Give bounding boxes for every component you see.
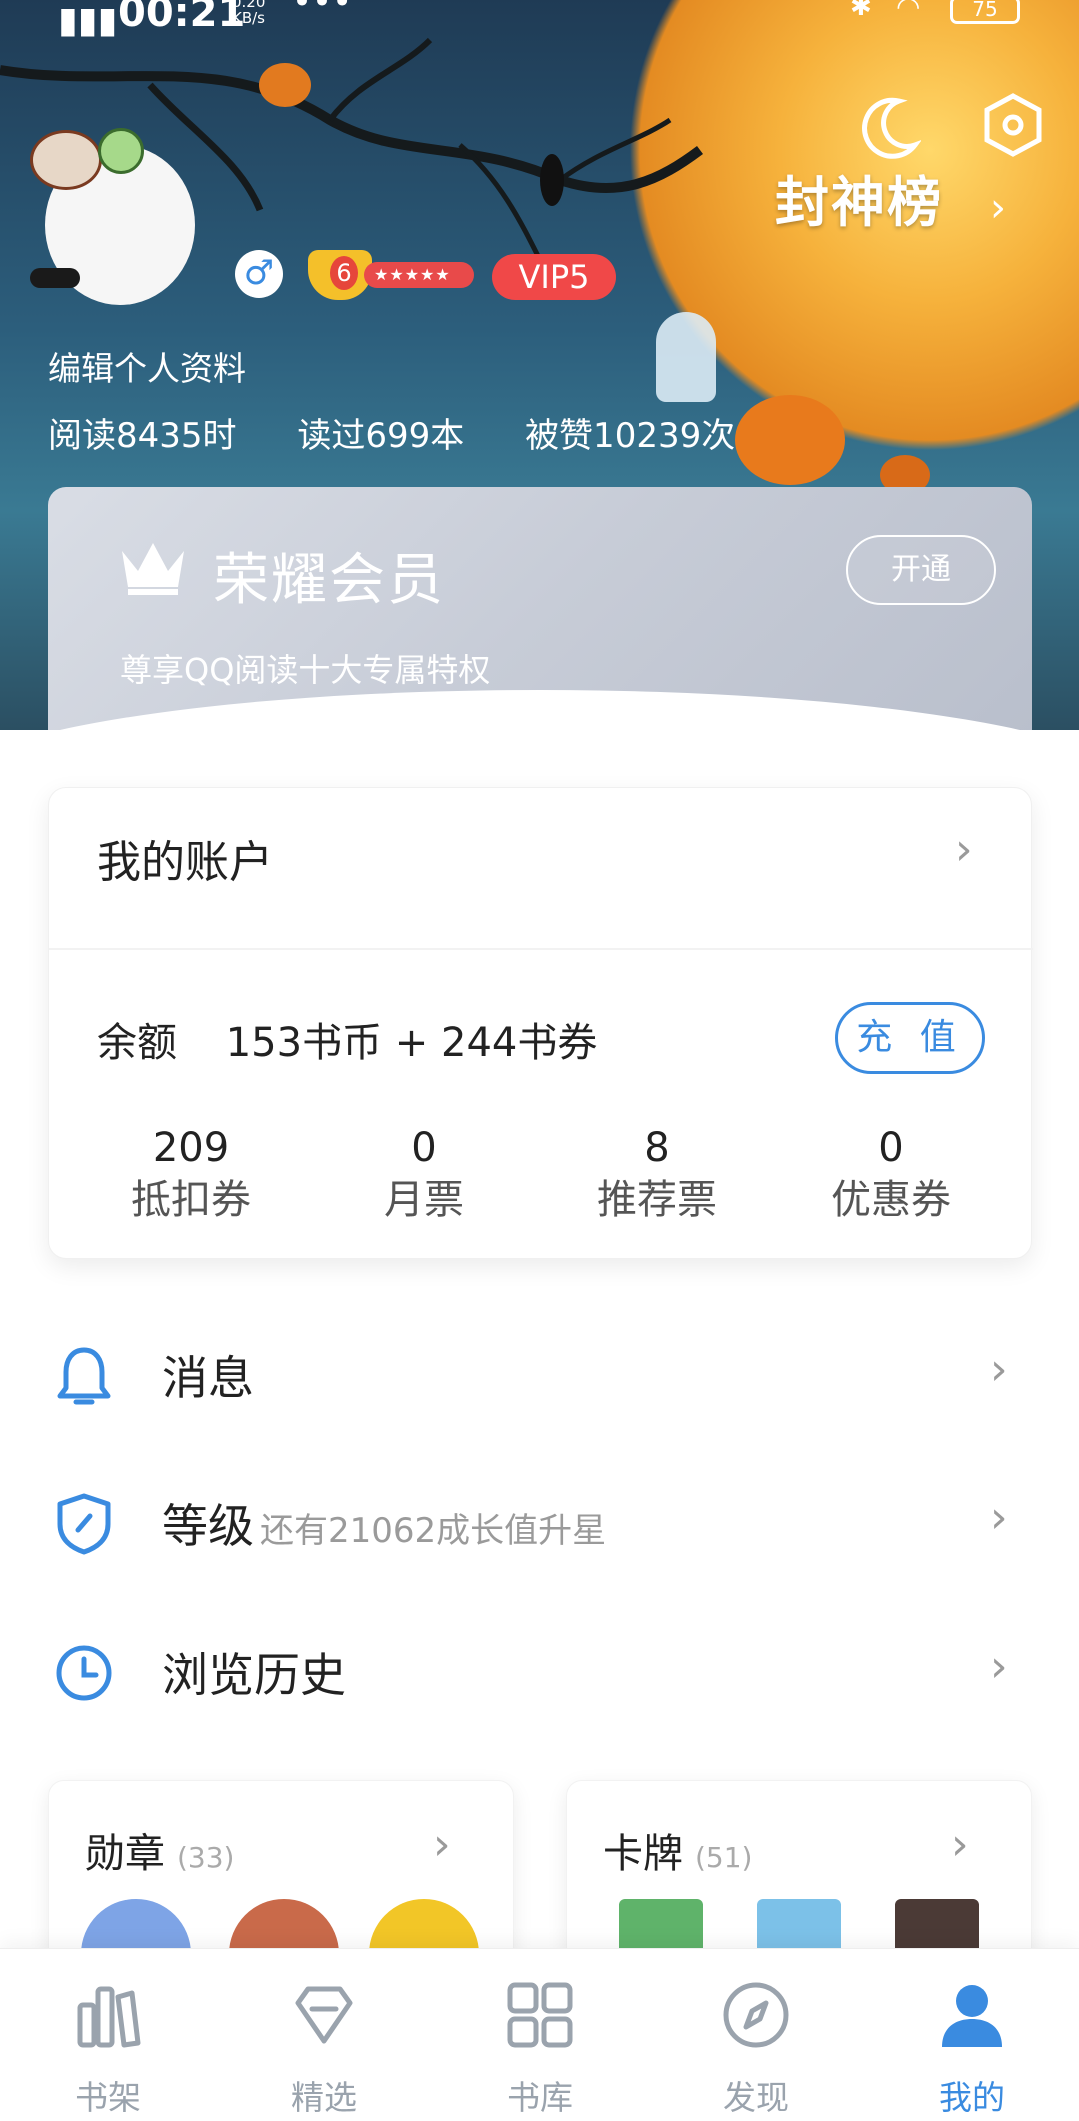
male-gender-icon: ♂ bbox=[235, 250, 283, 298]
balance-value: 153书币 + 244书券 bbox=[225, 1020, 598, 1066]
ghost-decoration-icon bbox=[656, 312, 716, 402]
tab-bookshelf[interactable]: 书架 bbox=[8, 1949, 208, 2121]
member-subtitle: 尊享QQ阅读十大专属特权 bbox=[120, 651, 491, 689]
shield-icon bbox=[57, 1493, 111, 1555]
spider-decoration-icon bbox=[30, 268, 80, 288]
voucher-item[interactable]: 8 推荐票 bbox=[557, 1123, 757, 1227]
clock-icon bbox=[56, 1645, 112, 1701]
voucher-label: 优惠券 bbox=[831, 1177, 951, 1223]
diamond-icon bbox=[295, 1986, 353, 2044]
books-read-stat: 读过699本 bbox=[297, 416, 465, 456]
settings-icon[interactable] bbox=[982, 92, 1044, 158]
tab-library[interactable]: 书库 bbox=[440, 1949, 640, 2121]
skull-decoration-icon bbox=[30, 130, 102, 190]
my-account-card: 我的账户 › 余额 153书币 + 244书券 充 值 209 抵扣券 0 月票… bbox=[48, 787, 1033, 1259]
chevron-right-icon: › bbox=[990, 1641, 1008, 1692]
menu-item-messages[interactable]: 消息 › bbox=[0, 1318, 1079, 1428]
medals-title: 勋章 (33) bbox=[85, 1831, 235, 1877]
tab-label: 我的 bbox=[939, 2078, 1005, 2117]
level-number: 6 bbox=[330, 256, 358, 290]
compass-icon bbox=[723, 1982, 789, 2048]
likes-stat: 被赞10239次 bbox=[525, 416, 736, 456]
voucher-label: 月票 bbox=[384, 1177, 464, 1223]
vip-badge[interactable]: VIP5 bbox=[492, 254, 616, 300]
recharge-button[interactable]: 充 值 bbox=[835, 1002, 985, 1074]
profile-header: ▮▮▮ 00:21 0.20 KB/s ••• ✱ ◠ 75 封神榜 › ♂ 6… bbox=[0, 0, 1079, 730]
tab-label: 精选 bbox=[291, 2078, 357, 2117]
menu-label: 等级 还有21062成长值升星 bbox=[162, 1499, 607, 1553]
profile-page: ▮▮▮ 00:21 0.20 KB/s ••• ✱ ◠ 75 封神榜 › ♂ 6… bbox=[0, 0, 1079, 2121]
voucher-count: 209 bbox=[152, 1125, 230, 1171]
tab-featured[interactable]: 精选 bbox=[224, 1949, 424, 2121]
net-speed: 0.20 KB/s bbox=[232, 0, 266, 27]
rank-list-link[interactable]: 封神榜 bbox=[775, 158, 943, 237]
bell-icon bbox=[57, 1347, 111, 1405]
chevron-right-icon: › bbox=[433, 1819, 451, 1870]
tab-mine[interactable]: 我的 bbox=[872, 1949, 1072, 2121]
voucher-label: 抵扣券 bbox=[131, 1177, 251, 1223]
bottom-tab-bar: 书架 精选 书库 发现 我的 bbox=[0, 1948, 1079, 2121]
level-stars: ★★★★★ bbox=[364, 262, 474, 288]
battery-indicator: 75 bbox=[950, 0, 1020, 24]
person-icon bbox=[942, 1985, 1002, 2047]
menu-label: 浏览历史 bbox=[162, 1648, 346, 1702]
level-badge[interactable]: 6 ★★★★★ bbox=[308, 250, 474, 300]
pumpkin-decoration-icon bbox=[735, 395, 845, 485]
voucher-label: 推荐票 bbox=[597, 1177, 717, 1223]
more-dots-icon: ••• bbox=[292, 0, 353, 22]
balance-row: 余额 153书币 + 244书券 bbox=[97, 1010, 597, 1068]
chevron-right-icon: › bbox=[951, 1819, 969, 1870]
chevron-right-icon: › bbox=[990, 1492, 1008, 1543]
bluetooth-icon: ✱ bbox=[850, 0, 872, 22]
edit-profile-link[interactable]: 编辑个人资料 bbox=[48, 342, 246, 390]
cards-title: 卡牌 (51) bbox=[603, 1831, 753, 1877]
chevron-right-icon[interactable]: › bbox=[955, 824, 973, 875]
balance-label: 余额 bbox=[97, 1020, 177, 1066]
tab-discover[interactable]: 发现 bbox=[656, 1949, 856, 2121]
tab-label: 书库 bbox=[507, 2078, 573, 2117]
night-mode-icon[interactable] bbox=[855, 95, 921, 161]
menu-item-level[interactable]: 等级 还有21062成长值升星 › bbox=[0, 1466, 1079, 1576]
chevron-right-icon: › bbox=[990, 185, 1006, 231]
open-membership-button[interactable]: 开通 bbox=[846, 535, 996, 605]
crown-icon bbox=[122, 543, 184, 595]
level-hint: 还有21062成长值升星 bbox=[260, 1511, 607, 1551]
voucher-item[interactable]: 0 优惠券 bbox=[791, 1123, 991, 1227]
tab-label: 书架 bbox=[75, 2078, 141, 2117]
menu-label: 消息 bbox=[162, 1351, 254, 1405]
my-account-title[interactable]: 我的账户 bbox=[97, 826, 273, 890]
voucher-count: 0 bbox=[878, 1125, 904, 1171]
voucher-count: 0 bbox=[411, 1125, 437, 1171]
menu-item-history[interactable]: 浏览历史 › bbox=[0, 1615, 1079, 1725]
divider bbox=[49, 948, 1033, 950]
skull-decoration-icon bbox=[98, 128, 144, 174]
reading-stats: 阅读8435时 读过699本 被赞10239次 bbox=[48, 408, 785, 457]
voucher-item[interactable]: 0 月票 bbox=[324, 1123, 524, 1227]
chevron-right-icon: › bbox=[990, 1344, 1008, 1395]
honor-member-card[interactable]: 荣耀会员 尊享QQ阅读十大专属特权 开通 bbox=[48, 487, 1032, 730]
member-title: 荣耀会员 bbox=[213, 548, 445, 613]
wifi-icon: ◠ bbox=[896, 0, 921, 23]
voucher-count: 8 bbox=[644, 1125, 670, 1171]
grid-icon bbox=[507, 1982, 573, 2048]
voucher-item[interactable]: 209 抵扣券 bbox=[91, 1123, 291, 1227]
tab-label: 发现 bbox=[723, 2078, 789, 2117]
bookshelf-icon bbox=[77, 1986, 141, 2048]
voucher-summary: 209 抵扣券 0 月票 8 推荐票 0 优惠券 bbox=[49, 1123, 1033, 1233]
reading-time-stat: 阅读8435时 bbox=[48, 416, 237, 456]
